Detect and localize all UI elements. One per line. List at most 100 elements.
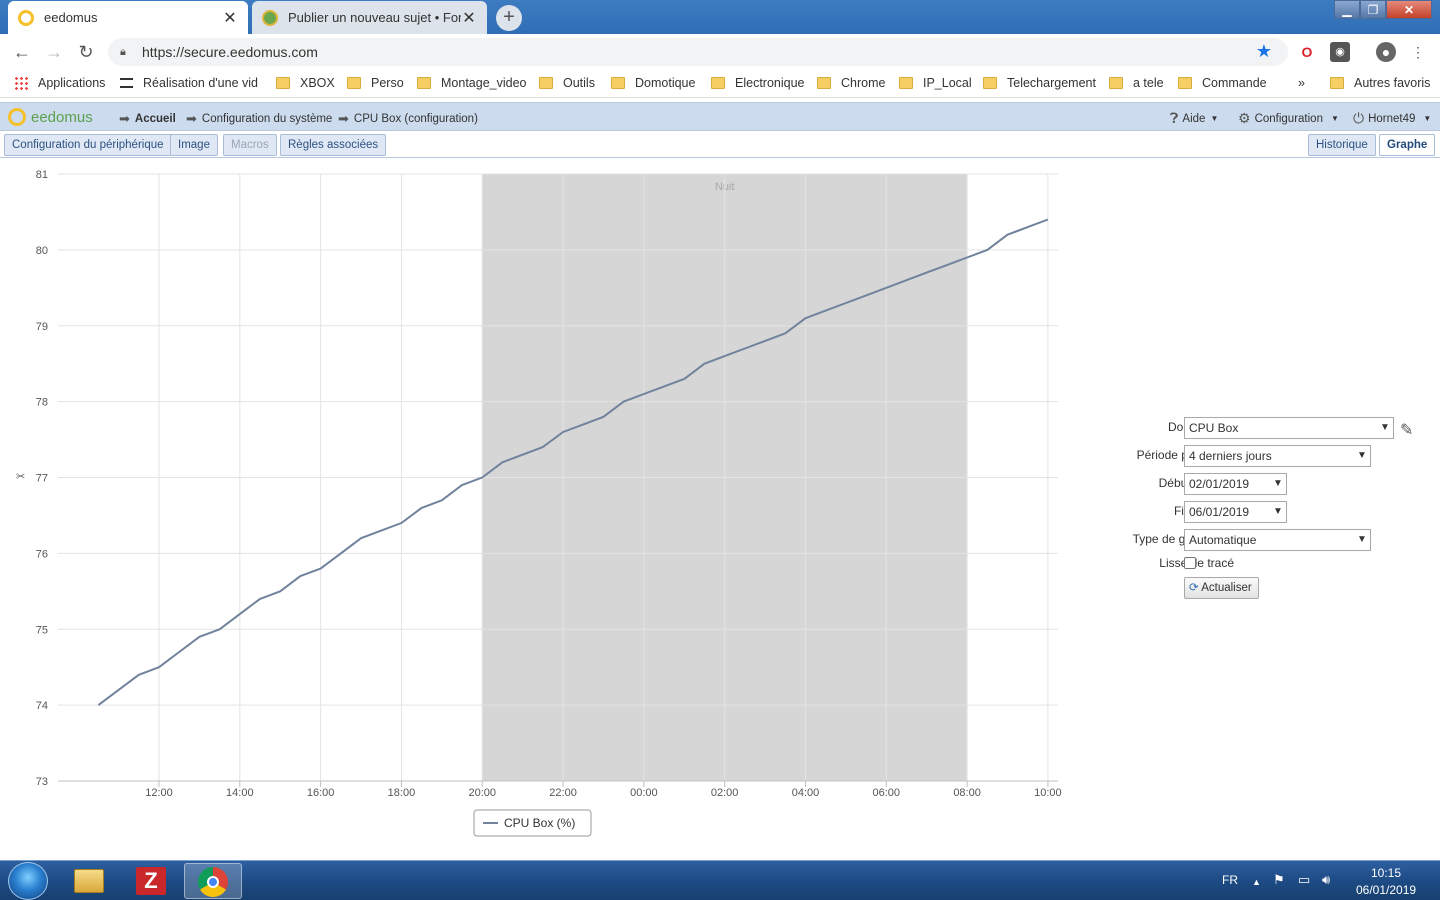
bookmark-folder[interactable]: Telechargement [983, 76, 1096, 90]
breadcrumb-home[interactable]: ➡ Accueil [119, 111, 176, 127]
new-tab-button[interactable]: + [496, 5, 522, 31]
bookmark-folder[interactable]: Domotique [611, 76, 695, 90]
tab-history[interactable]: Historique [1308, 134, 1376, 156]
language-indicator[interactable]: FR [1222, 873, 1238, 887]
tab-eedomus[interactable]: eedomus ✕ [8, 1, 248, 34]
bookmark-star-icon[interactable]: ★ [1256, 41, 1272, 62]
clock-time[interactable]: 10:15 [1371, 866, 1401, 880]
reset-zoom-icon[interactable]: ✂ [16, 470, 25, 483]
bookmark-folder[interactable]: IP_Local [899, 76, 972, 90]
bookmark-folder[interactable]: Commande [1178, 76, 1267, 90]
explorer-taskbar-button[interactable] [60, 863, 118, 899]
chrome-taskbar-button[interactable] [184, 863, 242, 899]
type-value: Automatique [1189, 533, 1257, 547]
type-select[interactable]: Automatique ▼ [1184, 529, 1371, 551]
tab-rules[interactable]: Règles associées [280, 134, 387, 156]
configuration-menu[interactable]: ⚙ Configuration ▼ [1238, 110, 1339, 127]
tab-image[interactable]: Image [170, 134, 218, 156]
caret-down-icon: ▼ [1423, 114, 1432, 123]
donnees-select[interactable]: CPU Box ▼ [1184, 417, 1394, 439]
minimize-button[interactable]: ▁ [1334, 0, 1360, 19]
lisser-checkbox[interactable] [1184, 557, 1196, 569]
legend-label: CPU Box (%) [504, 816, 575, 830]
bookmark-label: IP_Local [923, 76, 972, 90]
bookmark-label: Montage_video [441, 76, 527, 90]
volume-icon[interactable]: 🔊︎ [1322, 872, 1330, 888]
periode-row: Période prédéfinie 4 derniers jours ▼ [1060, 444, 1430, 467]
eedomus-logo[interactable]: eedomus [8, 108, 93, 126]
folder-icon [1178, 77, 1192, 89]
start-button[interactable] [8, 862, 48, 900]
y-tick-label: 74 [36, 700, 48, 712]
extension-icon[interactable]: ◉ [1330, 42, 1350, 62]
folder-icon [711, 77, 725, 89]
tab-label: eedomus [44, 10, 98, 25]
maximize-button[interactable]: ❐ [1360, 0, 1386, 19]
forward-icon[interactable]: → [42, 40, 66, 64]
logo-text: eedomus [31, 108, 93, 126]
tab-label: Publier un nouveau sujet • Forum [288, 10, 461, 25]
back-icon[interactable]: ← [10, 40, 34, 64]
filezilla-taskbar-button[interactable]: Z [122, 863, 180, 899]
address-bar[interactable]: 🔒︎ https://secure.eedomus.com ★ [108, 38, 1288, 66]
debut-date-field[interactable]: 02/01/2019 ▼ [1184, 473, 1287, 495]
refresh-button[interactable]: ⟳ Actualiser [1184, 577, 1259, 599]
bookmark-folder[interactable]: a tele [1109, 76, 1164, 90]
bookmark-folder[interactable]: Perso [347, 76, 404, 90]
bookmark-folder[interactable]: Electronique [711, 76, 805, 90]
debut-row: Début période 02/01/2019 ▼ [1060, 472, 1430, 495]
close-tab-icon[interactable]: ✕ [222, 8, 238, 28]
bookmark-folder[interactable]: Outils [539, 76, 595, 90]
chevron-down-icon: ▼ [1357, 450, 1367, 461]
tab-graph[interactable]: Graphe [1379, 134, 1436, 156]
bookmark-folder[interactable]: XBOX [276, 76, 335, 90]
y-tick-label: 81 [36, 169, 48, 181]
opera-extension-icon[interactable]: O [1297, 42, 1317, 62]
folder-icon [1330, 77, 1344, 89]
bookmark-label: Chrome [841, 76, 886, 90]
lisser-row: Lisser le tracé [1060, 552, 1430, 574]
bookmark-label: a tele [1133, 76, 1164, 90]
tab-forum[interactable]: Publier un nouveau sujet • Forum ✕ [252, 1, 487, 34]
action-center-flag-icon[interactable]: ⚑ [1273, 872, 1285, 888]
more-bookmarks-button[interactable]: » [1298, 76, 1305, 90]
debut-value: 02/01/2019 [1189, 477, 1250, 491]
chevron-down-icon[interactable]: ▼ [1270, 474, 1286, 494]
menu-dots-icon[interactable]: ⋮ [1408, 42, 1428, 62]
clock-date[interactable]: 06/01/2019 [1356, 883, 1416, 897]
reload-icon[interactable]: ↻ [74, 40, 98, 64]
user-menu[interactable]: ⏻ Hornet49 ▼ [1353, 110, 1431, 127]
periode-select[interactable]: 4 derniers jours ▼ [1184, 445, 1371, 467]
donnees-row: Données? CPU Box ▼ [1060, 416, 1430, 439]
show-hidden-icons-icon[interactable]: ▲ [1252, 877, 1261, 887]
close-tab-icon[interactable]: ✕ [461, 8, 477, 28]
edit-pencil-icon[interactable]: ✎ [1400, 420, 1413, 440]
profile-icon[interactable]: ● [1376, 42, 1396, 62]
cpu-line-chart: Nuit73747576777879808112:00 14:00 16:00 18:… [36, 169, 1062, 837]
breadcrumb-system-config[interactable]: ➡ Configuration du système [186, 111, 332, 127]
periode-value: 4 derniers jours [1189, 449, 1272, 463]
bookmark-label: XBOX [300, 76, 335, 90]
x-tick-label: 22:00 [549, 787, 577, 799]
bookmark-folder[interactable]: Montage_video [417, 76, 526, 90]
close-window-button[interactable]: ✕ [1386, 0, 1432, 19]
network-icon[interactable]: ▭ [1298, 872, 1310, 888]
caret-down-icon: ▼ [1330, 114, 1339, 123]
arrow-right-icon: ➡ [338, 111, 349, 126]
tab-device-config[interactable]: Configuration du périphérique [4, 134, 172, 156]
help-menu[interactable]: ❓︎ Aide ▼ [1170, 110, 1218, 127]
bookmark-folder[interactable]: Chrome [817, 76, 885, 90]
x-tick-label: 20:00 [468, 787, 496, 799]
bookmark-item[interactable]: Réalisation d'une vid [120, 76, 258, 90]
fin-date-field[interactable]: 06/01/2019 ▼ [1184, 501, 1287, 523]
bookmark-label: Applications [38, 76, 106, 90]
chevron-down-icon: ▼ [1357, 534, 1367, 545]
refresh-row: ⟳ Actualiser [1060, 576, 1430, 599]
bookmark-folder[interactable]: Autres favoris [1330, 76, 1430, 90]
chevron-down-icon[interactable]: ▼ [1270, 502, 1286, 522]
bookmarks-bar: Applications Réalisation d'une vid XBOX … [0, 70, 1440, 98]
bookmark-label: Perso [371, 76, 404, 90]
bookmark-apps[interactable]: Applications [14, 76, 105, 90]
x-tick-label: 04:00 [792, 787, 820, 799]
browser-tab-strip: eedomus ✕ Publier un nouveau sujet • For… [0, 0, 1440, 34]
